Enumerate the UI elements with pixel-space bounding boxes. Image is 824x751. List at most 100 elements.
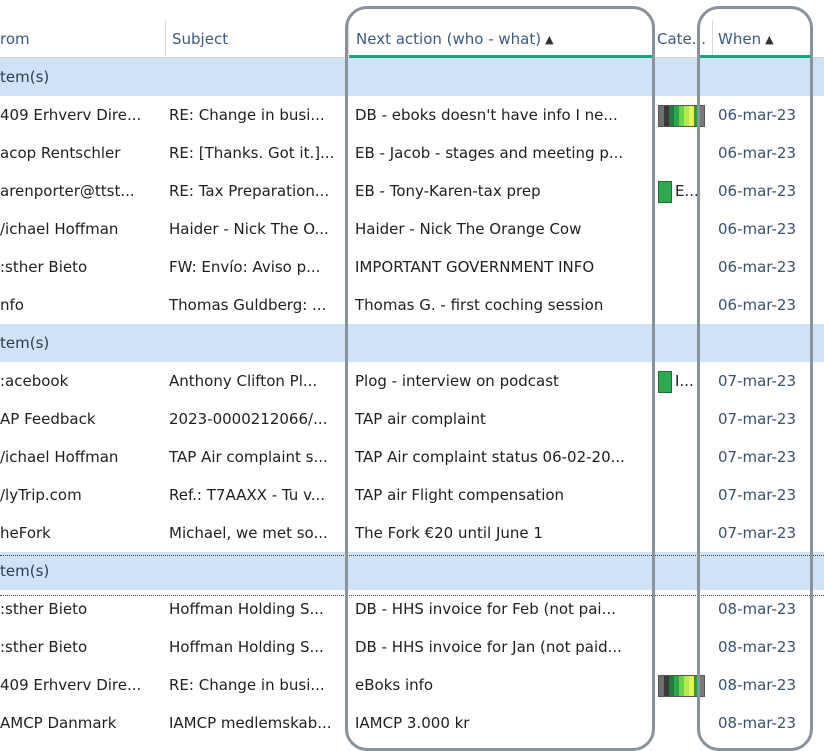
group-header-label: tem(s) [0,562,50,580]
message-row[interactable]: 409 Erhverv Dire... RE: Change in busi...… [0,666,824,704]
sender-cell: :sther Bieto [0,638,88,656]
message-row[interactable]: /ichael Hoffman Haider - Nick The O... Hai… [0,210,824,248]
next-action-cell: EB - Jacob - stages and meeting p... [355,144,624,162]
category-color-swatch[interactable] [658,371,672,393]
column-divider[interactable] [712,20,713,56]
when-cell: 06-mar-23 [718,182,797,200]
column-header-from-label: rom [0,30,30,48]
subject-cell: TAP Air complaint s... [169,448,328,466]
sender-cell: :sther Bieto [0,258,88,276]
category-label: I... [675,372,694,390]
subject-cell: FW: Envío: Aviso p... [169,258,321,276]
sender-cell: :acebook [0,372,69,390]
message-row[interactable]: :sther Bieto Hoffman Holding S... DB - HHS… [0,628,824,666]
subject-cell: 2023-0000212066/... [169,410,328,428]
message-row[interactable]: AP Feedback 2023-0000212066/... TAP air co… [0,400,824,438]
next-action-cell: EB - Tony-Karen-tax prep [355,182,541,200]
subject-cell: RE: [Thanks. Got it.]... [169,144,335,162]
column-header-when[interactable]: When ▲ [718,0,818,57]
message-row[interactable]: :sther Bieto FW: Envío: Aviso p... IMPORTA… [0,248,824,286]
column-divider[interactable] [654,20,655,56]
group-header-label: tem(s) [0,68,50,86]
sender-cell: 409 Erhverv Dire... [0,676,142,694]
message-row[interactable]: heFork Michael, we met so... The Fork €20 … [0,514,824,552]
when-cell: 07-mar-23 [718,486,797,504]
message-row[interactable]: arenporter@ttst... RE: Tax Preparation...… [0,172,824,210]
column-header-from[interactable]: rom [0,0,160,57]
column-header-when-label: When [718,30,762,48]
sender-cell: heFork [0,524,51,542]
sender-cell: AP Feedback [0,410,96,428]
when-cell: 07-mar-23 [718,372,797,390]
next-action-cell: IMPORTANT GOVERNMENT INFO [355,258,595,276]
when-cell: 06-mar-23 [718,220,797,238]
next-action-cell: DB - eboks doesn't have info I ne... [355,106,618,124]
message-row[interactable]: 409 Erhverv Dire... RE: Change in busi...… [0,96,824,134]
group-divider [0,595,824,596]
column-divider[interactable] [165,20,166,56]
sort-ascending-icon: ▲ [765,33,774,46]
column-header-next-action[interactable]: Next action (who - what) ▲ [356,0,646,57]
when-cell: 07-mar-23 [718,410,797,428]
sender-cell: acop Rentschler [0,144,121,162]
next-action-cell: Thomas G. - first coching session [355,296,604,314]
next-action-cell: DB - HHS invoice for Jan (not paid... [355,638,622,656]
subject-cell: Michael, we met so... [169,524,328,542]
when-cell: 06-mar-23 [718,106,797,124]
sender-cell: arenporter@ttst... [0,182,135,200]
next-action-cell: IAMCP 3.000 kr [355,714,470,732]
category-color-swatch[interactable] [658,675,705,697]
subject-cell: RE: Change in busi... [169,676,325,694]
column-divider[interactable] [348,20,349,56]
subject-cell: Haider - Nick The O... [169,220,329,238]
next-action-cell: TAP Air complaint status 06-02-20... [355,448,625,466]
subject-cell: RE: Tax Preparation... [169,182,330,200]
message-row[interactable]: :acebook Anthony Clifton Pl... Plog - inte… [0,362,824,400]
next-action-cell: eBoks info [355,676,434,694]
sender-cell: /lyTrip.com [0,486,82,504]
column-header-category-label: Cate... [657,30,707,48]
when-cell: 06-mar-23 [718,144,797,162]
category-color-swatch[interactable] [658,181,672,203]
group-header[interactable]: tem(s) [0,58,824,96]
next-action-cell: TAP air complaint [355,410,486,428]
message-row[interactable]: AMCP Danmark IAMCP medlemskab... IAMCP 3.0… [0,704,824,742]
next-action-cell: The Fork €20 until June 1 [355,524,543,542]
subject-cell: RE: Change in busi... [169,106,325,124]
group-header[interactable]: tem(s) [0,552,824,590]
subject-cell: Thomas Guldberg: ... [169,296,327,314]
column-header-category[interactable]: Cate... [657,0,709,57]
when-cell: 08-mar-23 [718,714,797,732]
message-row[interactable]: /ichael Hoffman TAP Air complaint s... TAP… [0,438,824,476]
next-action-cell: Haider - Nick The Orange Cow [355,220,582,238]
when-cell: 06-mar-23 [718,258,797,276]
message-row[interactable]: /lyTrip.com Ref.: T7AAXX - Tu v... TAP air… [0,476,824,514]
next-action-cell: Plog - interview on podcast [355,372,559,390]
message-row[interactable]: nfo Thomas Guldberg: ... Thomas G. - first… [0,286,824,324]
column-header-subject[interactable]: Subject [172,0,342,57]
group-header[interactable]: tem(s) [0,324,824,362]
sort-ascending-icon: ▲ [545,33,554,46]
sender-cell: /ichael Hoffman [0,448,119,466]
when-cell: 08-mar-23 [718,676,797,694]
when-cell: 08-mar-23 [718,638,797,656]
category-label: E... [675,182,699,200]
sender-cell: AMCP Danmark [0,714,117,732]
next-action-cell: TAP air Flight compensation [355,486,565,504]
subject-cell: Anthony Clifton Pl... [169,372,318,390]
sender-cell: nfo [0,296,24,314]
group-header-label: tem(s) [0,334,50,352]
sender-cell: /ichael Hoffman [0,220,119,238]
when-cell: 07-mar-23 [718,524,797,542]
column-header-next-action-label: Next action (who - what) [356,30,542,48]
category-color-swatch[interactable] [658,105,705,127]
subject-cell: Hoffman Holding S... [169,638,324,656]
when-cell: 07-mar-23 [718,448,797,466]
column-header-bar: rom Subject Next action (who - what) ▲ Ca… [0,0,824,58]
group-divider [0,555,824,556]
column-header-subject-label: Subject [172,30,229,48]
message-row[interactable]: acop Rentschler RE: [Thanks. Got it.]... E… [0,134,824,172]
when-cell: 06-mar-23 [718,296,797,314]
subject-cell: IAMCP medlemskab... [169,714,332,732]
subject-cell: Ref.: T7AAXX - Tu v... [169,486,326,504]
